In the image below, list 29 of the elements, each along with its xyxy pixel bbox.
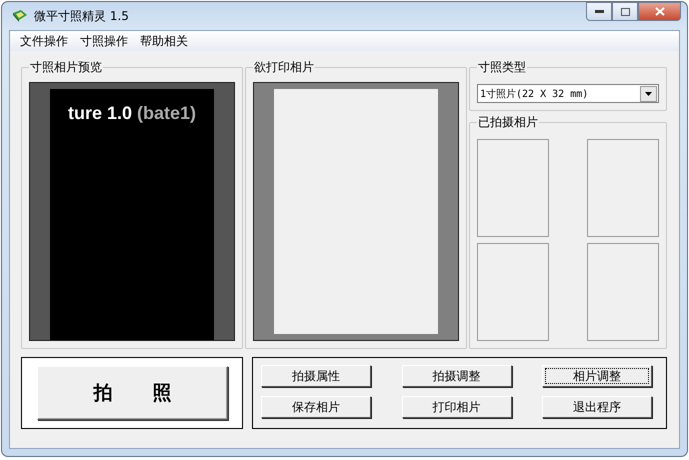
- close-button[interactable]: [638, 2, 681, 21]
- action-button[interactable]: 退出程序: [542, 396, 652, 418]
- dropdown-arrow-icon: [645, 92, 652, 96]
- action-button[interactable]: 拍摄调整: [402, 365, 512, 387]
- group-title: 已拍摄相片: [477, 114, 539, 131]
- photo-slot[interactable]: [587, 243, 659, 341]
- menu-item[interactable]: 寸照操作: [74, 31, 134, 51]
- photo-slot[interactable]: [587, 139, 659, 237]
- minimize-icon: [594, 10, 604, 13]
- window-title: 微平寸照精灵 1.5: [34, 8, 130, 24]
- action-button[interactable]: 相片调整: [542, 365, 652, 387]
- preview-logo-text: ture 1.0 (bate1): [68, 103, 196, 123]
- app-icon: [12, 9, 28, 23]
- maximize-icon: [620, 8, 630, 16]
- menu-item[interactable]: 帮助相关: [134, 31, 194, 51]
- menu-item[interactable]: 文件操作: [14, 31, 74, 51]
- action-button[interactable]: 拍摄属性: [261, 365, 371, 387]
- maximize-button[interactable]: [612, 2, 638, 21]
- close-icon: [654, 7, 664, 16]
- shoot-button[interactable]: 拍 照: [37, 366, 228, 420]
- photo-type-dropdown[interactable]: 1寸照片(22 X 32 mm): [477, 84, 659, 103]
- minimize-button[interactable]: [586, 2, 612, 21]
- photo-slot[interactable]: [477, 139, 549, 237]
- action-button[interactable]: 保存相片: [261, 396, 371, 418]
- group-title: 欲打印相片: [253, 59, 315, 76]
- photo-slot[interactable]: [477, 243, 549, 341]
- group-title: 寸照类型: [477, 59, 527, 76]
- action-button[interactable]: 打印相片: [402, 396, 512, 418]
- group-title: 寸照相片预览: [29, 59, 103, 76]
